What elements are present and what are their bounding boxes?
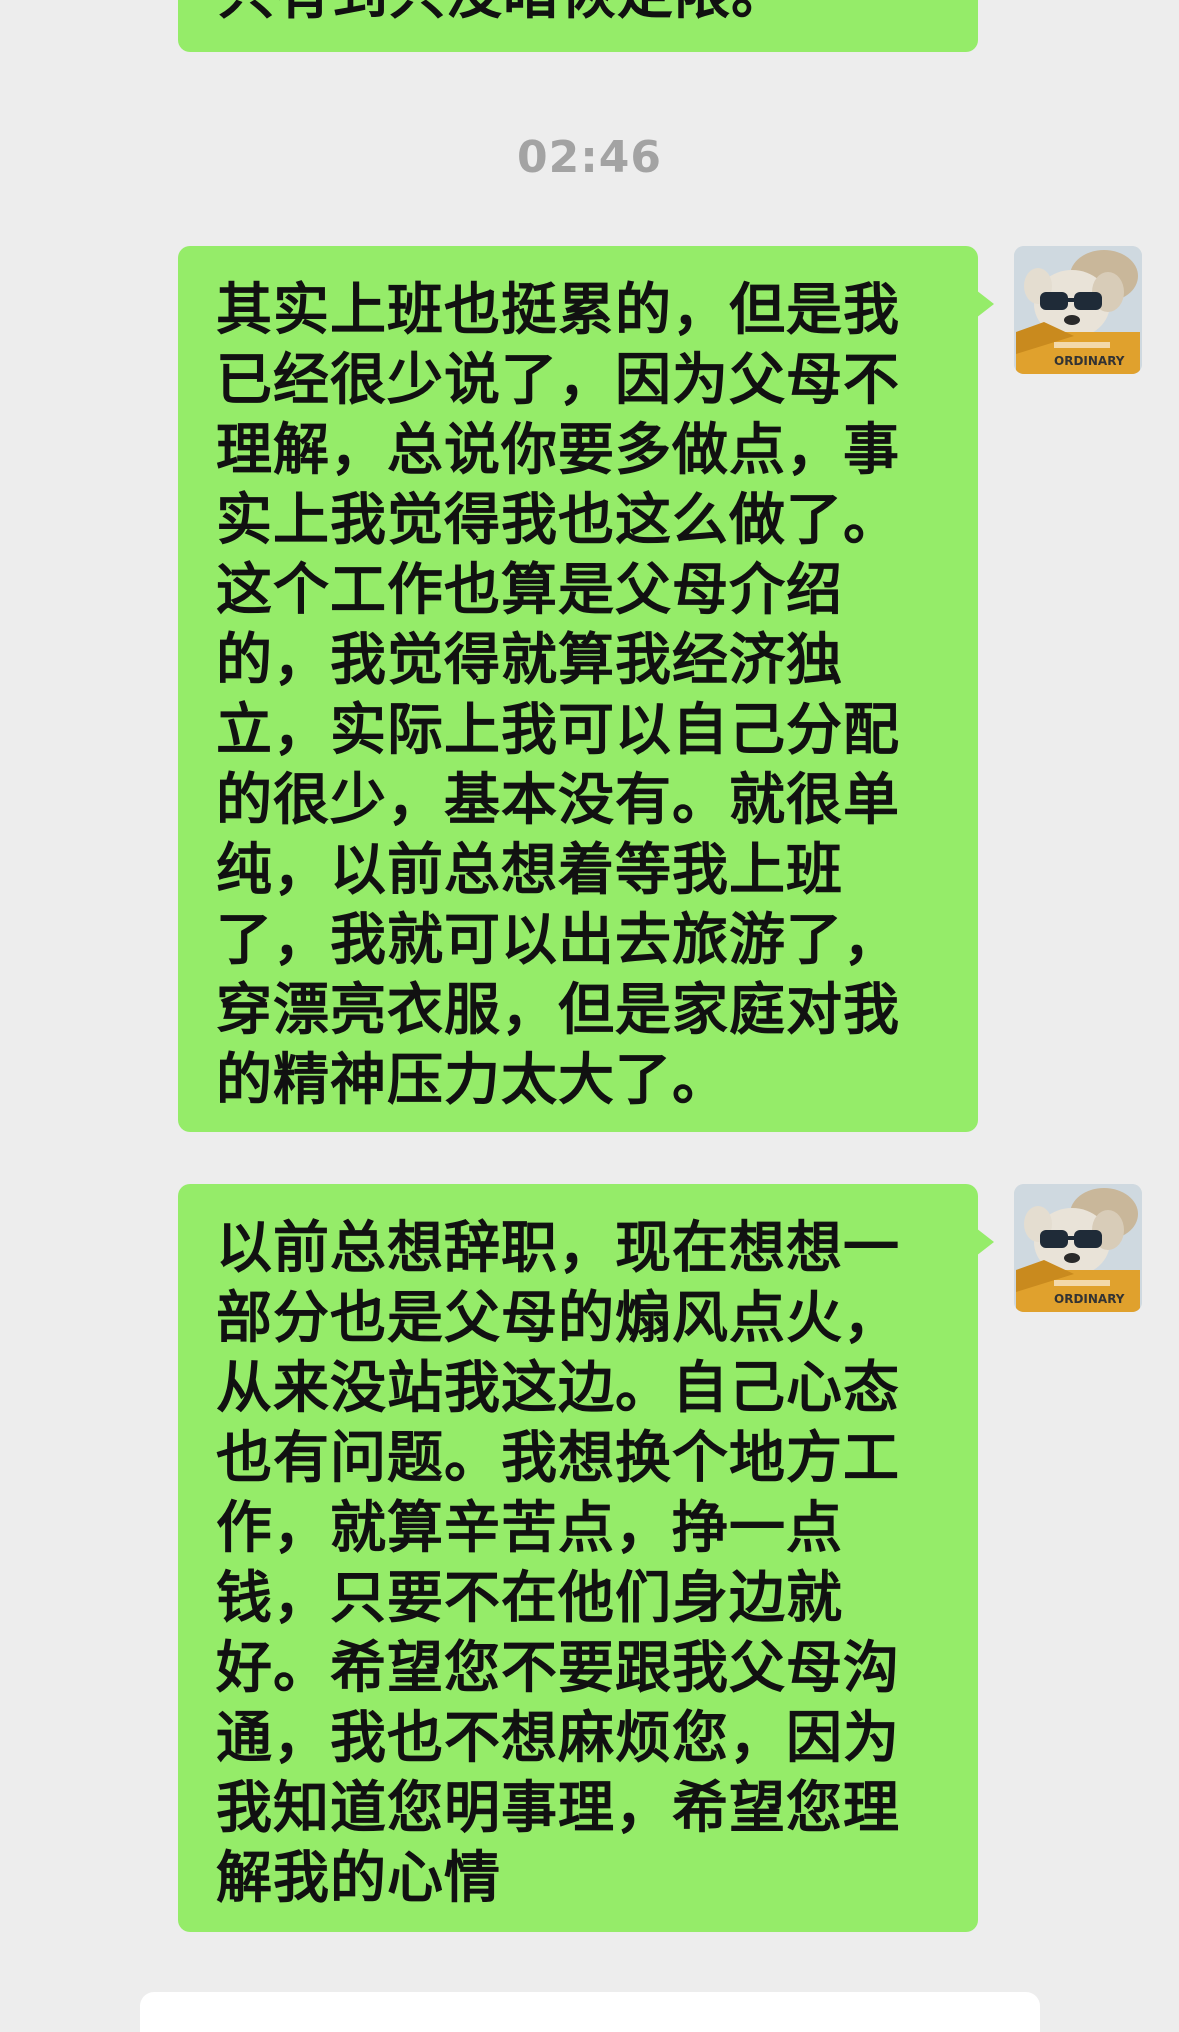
message-bubble[interactable]: 以前总想辞职，现在想想一部分也是父母的煽风点火，从来没站我这边。自己心态也有问题… [178,1184,994,1932]
previous-message-text: 只有到只没暗恢定限。 [218,0,788,30]
chat-area[interactable]: 只有到只没暗恢定限。 02:46 其实上班也挺累的，但是我已经很少说了，因为父母… [0,0,1179,2032]
message-bubble[interactable]: 其实上班也挺累的，但是我已经很少说了，因为父母不理解，总说你要多做点，事实上我觉… [178,246,994,1132]
bubble-tail [976,1228,994,1256]
input-bar[interactable] [140,1992,1040,2032]
bubble-tail [976,290,994,318]
message-text: 以前总想辞职，现在想想一部分也是父母的煽风点火，从来没站我这边。自己心态也有问题… [216,1216,900,1911]
avatar[interactable]: ORDINARY [1014,246,1142,374]
avatar-label: ORDINARY [1054,354,1125,368]
previous-message-bubble[interactable]: 只有到只没暗恢定限。 [178,0,978,52]
message-text: 其实上班也挺累的，但是我已经很少说了，因为父母不理解，总说你要多做点，事实上我觉… [216,278,900,1113]
avatar-label: ORDINARY [1054,1292,1125,1306]
message-timestamp: 02:46 [516,132,663,183]
avatar[interactable]: ORDINARY [1014,1184,1142,1312]
